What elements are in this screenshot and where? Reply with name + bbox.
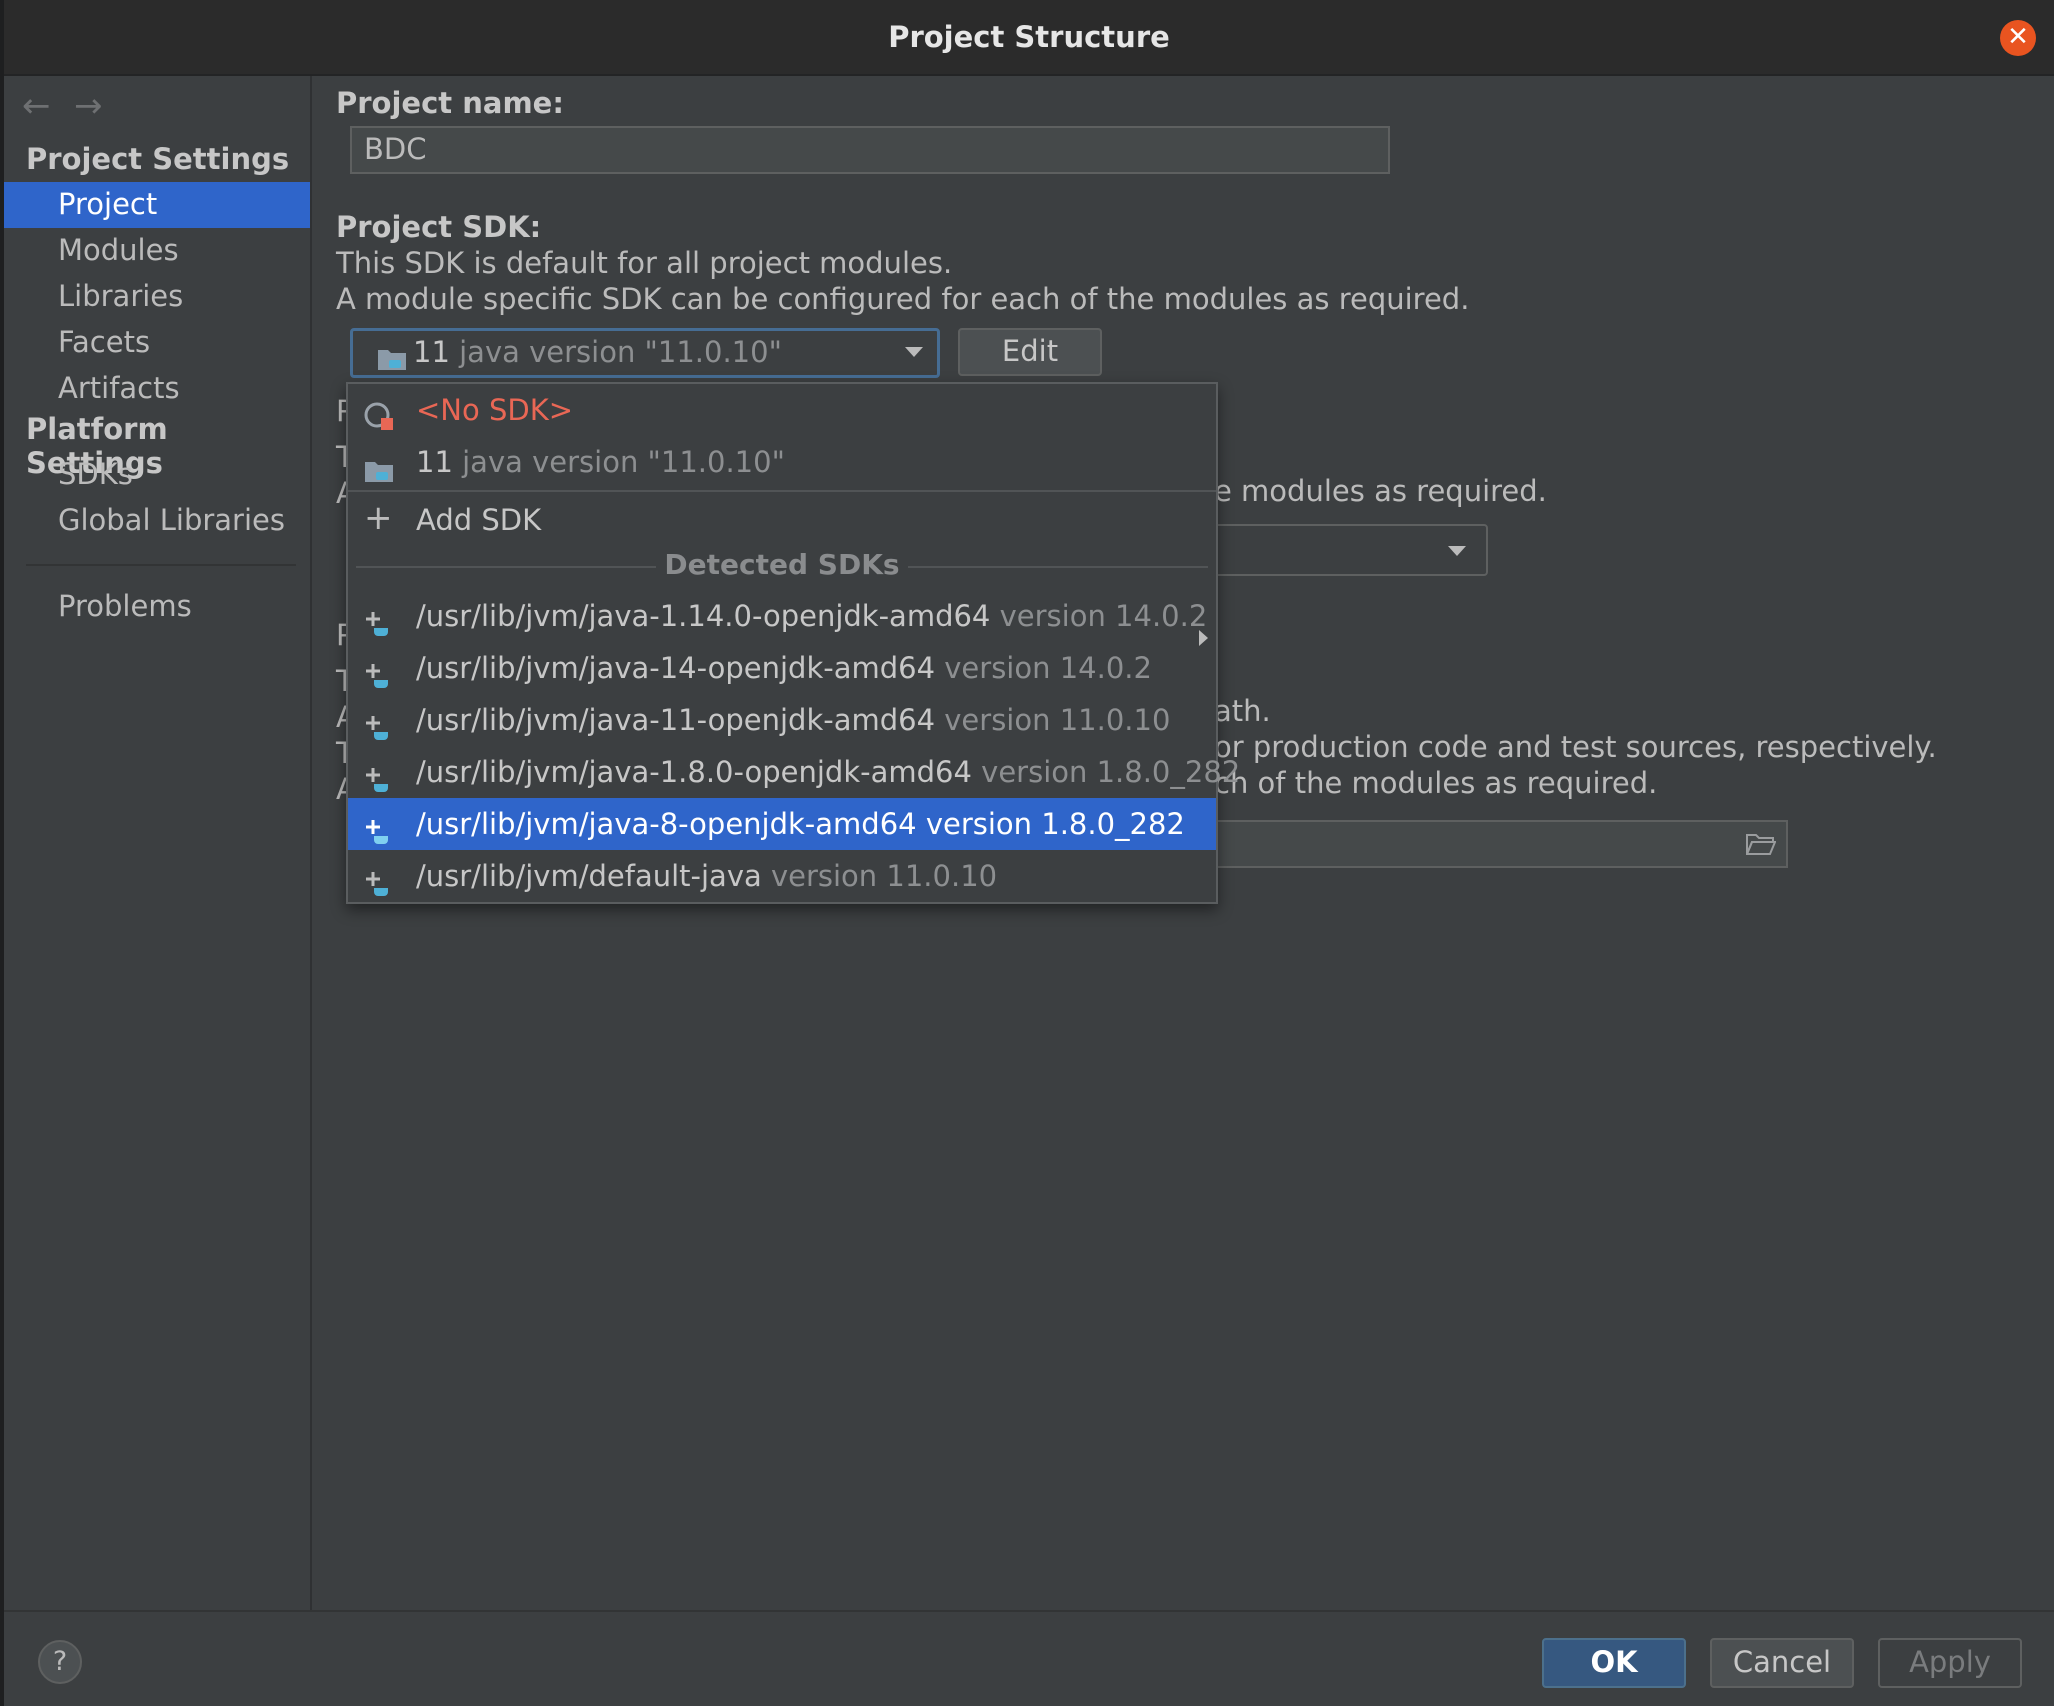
sdk-option-number: 11	[416, 445, 453, 479]
sidebar-divider	[26, 564, 296, 566]
help-button[interactable]: ?	[38, 1640, 82, 1684]
detected-sdk-item[interactable]: /usr/lib/jvm/java-14-openjdk-amd64 versi…	[348, 642, 1216, 694]
sidebar-item-sdks[interactable]: SDKs	[4, 452, 310, 498]
sdk-combo-number: 11	[413, 335, 450, 369]
sidebar: ← → Project Settings Project Modules Lib…	[4, 76, 312, 1610]
compiler-output-input[interactable]	[1214, 820, 1788, 868]
edit-sdk-button[interactable]: Edit	[958, 328, 1102, 376]
folder-open-icon[interactable]	[1745, 832, 1777, 860]
forward-arrow-icon[interactable]: →	[74, 86, 103, 126]
close-icon: ✕	[2007, 22, 2029, 52]
sdk-description-line2: A module specific SDK can be configured …	[336, 282, 1470, 316]
back-arrow-icon[interactable]: ←	[22, 86, 51, 126]
sdk-dropdown-popup: <No SDK> 11 java version "11.0.10" + Add…	[346, 382, 1240, 904]
popup-separator	[348, 490, 1216, 492]
sidebar-item-libraries[interactable]: Libraries	[4, 274, 310, 320]
sidebar-item-artifacts[interactable]: Artifacts	[4, 366, 310, 412]
add-sdk-menu-item[interactable]: + Add SDK	[348, 494, 1216, 646]
sidebar-item-facets[interactable]: Facets	[4, 320, 310, 366]
sidebar-item-modules[interactable]: Modules	[4, 228, 310, 274]
title-bar: Project Structure ✕	[4, 0, 2054, 76]
plus-icon: +	[364, 498, 393, 538]
language-level-dropdown[interactable]	[1214, 524, 1488, 576]
compiler-output-desc-line1: ath.	[1214, 694, 1271, 728]
sdk-folder-icon	[364, 448, 394, 500]
compiler-output-desc-line3: ch of the modules as required.	[1214, 766, 1658, 800]
sdk-description-line1: This SDK is default for all project modu…	[336, 246, 953, 280]
detected-sdk-item[interactable]: /usr/lib/jvm/default-java version 11.0.1…	[348, 850, 1216, 902]
detected-sdk-item[interactable]: /usr/lib/jvm/java-1.14.0-openjdk-amd64 v…	[348, 590, 1216, 642]
dialog-title: Project Structure	[888, 20, 1170, 54]
chevron-down-icon	[905, 347, 923, 357]
project-sdk-dropdown[interactable]: 11 java version "11.0.10"	[350, 328, 940, 378]
no-sdk-label: <No SDK>	[416, 393, 574, 427]
add-sdk-label: Add SDK	[416, 503, 542, 537]
sdk-option-current[interactable]: 11 java version "11.0.10"	[348, 436, 1216, 488]
sdk-option-no-sdk[interactable]: <No SDK>	[348, 384, 1216, 436]
sdk-option-version: java version "11.0.10"	[462, 445, 785, 479]
ok-button[interactable]: OK	[1542, 1638, 1686, 1688]
sdk-combo-version: java version "11.0.10"	[459, 335, 782, 369]
project-name-input[interactable]: BDC	[350, 126, 1390, 174]
close-button[interactable]: ✕	[2000, 20, 2036, 56]
detected-sdk-item[interactable]: /usr/lib/jvm/java-1.8.0-openjdk-amd64 ve…	[348, 746, 1240, 798]
chevron-down-icon	[1448, 546, 1466, 556]
detected-sdk-item-selected[interactable]: /usr/lib/jvm/java-8-openjdk-amd64 versio…	[348, 798, 1216, 850]
compiler-output-desc-line2: or production code and test sources, res…	[1214, 730, 1937, 764]
apply-button[interactable]: Apply	[1878, 1638, 2022, 1688]
sidebar-item-global-libraries[interactable]: Global Libraries	[4, 498, 310, 544]
sdk-folder-icon	[377, 341, 407, 383]
detected-sdk-item[interactable]: /usr/lib/jvm/java-11-openjdk-amd64 versi…	[348, 694, 1216, 746]
project-settings-header: Project Settings	[26, 142, 290, 176]
language-level-description: e modules as required.	[1214, 474, 1547, 508]
project-structure-dialog: Project Structure ✕ ← → Project Settings…	[0, 0, 2054, 1706]
sidebar-item-problems[interactable]: Problems	[4, 584, 310, 630]
detected-sdks-header: Detected SDKs	[348, 548, 1216, 582]
sidebar-item-project[interactable]: Project	[4, 182, 310, 228]
add-java-sdk-icon	[364, 862, 394, 914]
dialog-footer: ? OK Cancel Apply	[4, 1610, 2054, 1706]
cancel-button[interactable]: Cancel	[1710, 1638, 1854, 1688]
project-name-label: Project name:	[336, 86, 564, 120]
project-sdk-label: Project SDK:	[336, 210, 542, 244]
